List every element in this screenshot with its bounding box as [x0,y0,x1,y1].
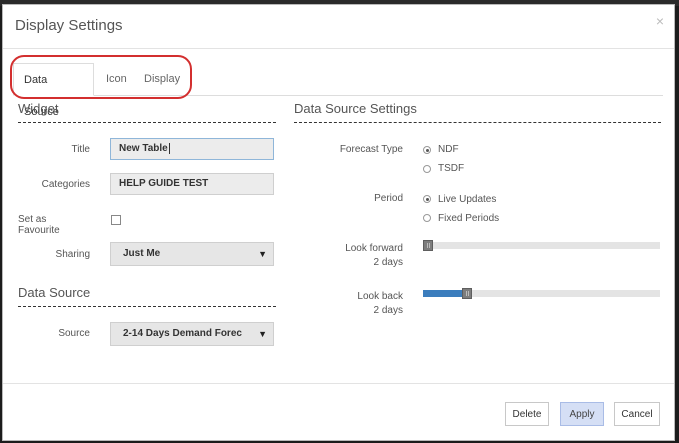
data-source-settings-divider [294,122,661,123]
tab-data-source[interactable]: Data Source [13,63,94,118]
forecast-ndf-radio[interactable] [423,146,431,154]
cancel-button[interactable]: Cancel [614,402,660,426]
sharing-select-value: Just Me [123,248,161,259]
period-live-label: Live Updates [438,194,497,205]
dialog-header: Display Settings × [3,5,674,49]
period-fixed-label: Fixed Periods [438,213,500,224]
delete-button[interactable]: Delete [505,402,549,426]
widget-divider [18,122,276,123]
categories-input[interactable]: HELP GUIDE TEST [110,173,274,195]
sharing-label: Sharing [55,249,90,260]
look-back-slider-fill [423,290,462,297]
period-live-radio[interactable] [423,195,431,203]
data-source-section-title: Data Source [18,285,91,300]
data-source-divider [18,306,276,307]
categories-label: Categories [41,179,90,190]
look-back-slider-handle[interactable] [462,288,472,299]
source-select[interactable]: 2-14 Days Demand Forec ▼ [110,322,274,346]
chevron-down-icon: ▼ [258,249,267,259]
title-label: Title [71,144,90,155]
dialog-title: Display Settings [15,17,123,34]
chevron-down-icon: ▼ [258,329,267,339]
source-select-value: 2-14 Days Demand Forec [123,328,242,339]
look-back-slider[interactable] [423,288,660,299]
display-settings-dialog: Display Settings × Data Source Icon Disp… [2,4,675,441]
period-label: Period [374,193,403,204]
close-icon[interactable]: × [656,13,664,29]
dialog-footer: Delete Apply Cancel [3,383,674,441]
tab-bar: Data Source Icon Display [13,63,663,118]
data-source-settings-title: Data Source Settings [294,101,417,116]
favourite-checkbox[interactable] [111,215,121,225]
apply-button[interactable]: Apply [560,402,604,426]
tab-display[interactable]: Display [134,63,190,95]
source-label: Source [58,328,90,339]
look-forward-slider[interactable] [423,240,660,251]
period-fixed-radio[interactable] [423,214,431,222]
text-caret [168,142,170,154]
forecast-tsdf-radio[interactable] [423,165,431,173]
look-forward-slider-handle[interactable] [423,240,433,251]
forecast-ndf-label: NDF [438,144,459,155]
title-input[interactable]: New Table [110,138,274,160]
forecast-type-label: Forecast Type [339,144,403,155]
look-back-value: 2 days [373,305,403,316]
look-back-label: Look back [357,291,403,302]
sharing-select[interactable]: Just Me ▼ [110,242,274,266]
look-forward-label: Look forward [345,243,403,254]
tab-icon[interactable]: Icon [96,63,137,95]
favourite-label: Set as Favourite [18,214,60,236]
look-forward-value: 2 days [373,257,403,268]
widget-section-title: Widget [18,101,59,116]
forecast-tsdf-label: TSDF [438,163,465,174]
